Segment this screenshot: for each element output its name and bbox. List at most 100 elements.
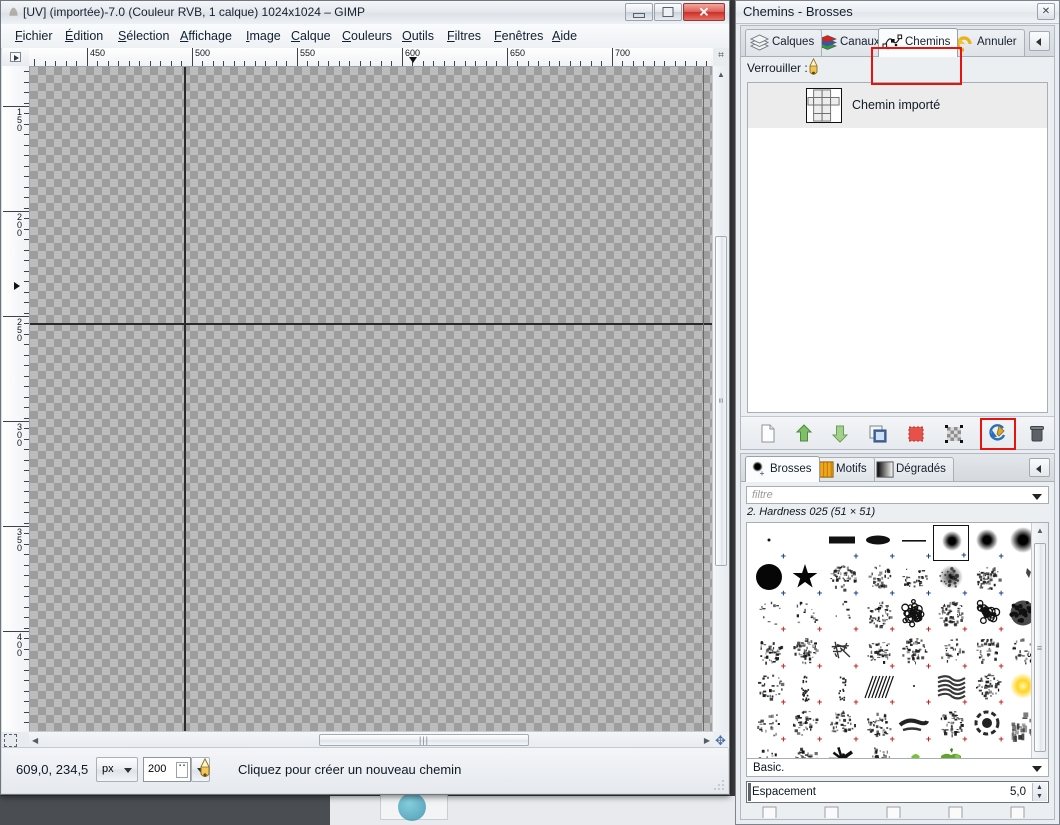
brush-grid-item[interactable]: +	[824, 525, 860, 561]
zoom-input[interactable]: 200 ▪ ▪	[143, 757, 191, 782]
brush-grid-item[interactable]: +	[751, 598, 787, 634]
brush-grid-item[interactable]: +	[860, 708, 896, 744]
brush-grid-item[interactable]: +	[824, 708, 860, 744]
scroll-left-arrow[interactable]: ◀	[32, 736, 38, 745]
vertical-guide[interactable]	[184, 67, 186, 732]
brush-grid-item[interactable]: +	[969, 635, 1005, 671]
brush-grid-item[interactable]: +	[1005, 525, 1032, 561]
vertical-ruler[interactable]: 150200250300350400450	[2, 66, 30, 732]
refresh-brushes-button[interactable]	[946, 806, 966, 818]
brush-grid-item[interactable]: +	[896, 635, 932, 671]
brush-grid-item[interactable]: +	[751, 671, 787, 707]
brush-grid-item[interactable]: +	[824, 562, 860, 598]
dock-titlebar[interactable]: Chemins - Brosses ✕	[736, 1, 1059, 24]
canvas-vertical-scrollbar[interactable]: ▲ ≡	[712, 66, 729, 732]
path-to-selection-button[interactable]	[905, 423, 927, 444]
brush-grid-item[interactable]: +	[860, 598, 896, 634]
menu-couleurs[interactable]: Couleurs	[340, 28, 394, 45]
maximize-button[interactable]	[654, 3, 682, 21]
brush-vertical-scrollbar[interactable]: ▲ ▼ ≡	[1031, 523, 1048, 772]
brush-grid-item[interactable]: +	[1005, 708, 1032, 744]
brush-grid-item[interactable]: +	[896, 525, 932, 561]
spin-down-icon[interactable]: ▼	[1036, 793, 1043, 800]
spacing-slider-handle[interactable]	[748, 783, 751, 801]
brush-grid-item[interactable]: +	[787, 671, 823, 707]
brush-grid-item[interactable]: +	[787, 598, 823, 634]
brush-grid-item[interactable]: +	[933, 708, 969, 744]
menu-outils[interactable]: Outils	[400, 28, 436, 45]
menu-dition[interactable]: Édition	[63, 28, 105, 45]
resize-grip-icon[interactable]	[714, 780, 725, 791]
spacing-spinner[interactable]: ▲ ▼	[1032, 783, 1047, 801]
brush-grid-item[interactable]: +	[933, 562, 969, 598]
menu-image[interactable]: Image	[244, 28, 283, 45]
vertical-scroll-thumb[interactable]: ≡	[715, 236, 727, 566]
brush-grid-item[interactable]: +	[969, 671, 1005, 707]
brush-grid-item[interactable]: +	[751, 708, 787, 744]
tab-canaux[interactable]: Canaux	[813, 29, 888, 56]
lock-path-icon[interactable]	[805, 58, 822, 78]
brush-grid-item[interactable]: +	[751, 525, 787, 561]
canvas-horizontal-scrollbar[interactable]: ◀ ▶ |||	[29, 731, 713, 748]
menu-slection[interactable]: Sélection	[116, 28, 171, 45]
duplicate-brush-button[interactable]	[822, 806, 842, 818]
brush-scroll-thumb[interactable]: ≡	[1034, 543, 1046, 752]
brush-grid-item[interactable]: +	[787, 635, 823, 671]
brush-grid-item[interactable]: +	[896, 671, 932, 707]
navigation-preview-icon[interactable]: ✥	[713, 733, 728, 748]
image-viewport[interactable]	[30, 67, 713, 732]
brush-dock-menu-button[interactable]	[1029, 458, 1050, 477]
menu-fichier[interactable]: Fichier	[13, 28, 55, 45]
brush-grid-item[interactable]: +	[933, 598, 969, 634]
brush-grid-item[interactable]: +	[1005, 671, 1032, 707]
brush-grid-item[interactable]: +	[969, 708, 1005, 744]
raise-path-button[interactable]	[793, 423, 815, 444]
unit-selector[interactable]: px	[96, 757, 138, 782]
brush-grid-item[interactable]: +	[787, 562, 823, 598]
horizontal-guide[interactable]	[30, 323, 713, 325]
brush-grid-item[interactable]: +	[933, 635, 969, 671]
tab-annuler[interactable]: Annuler	[950, 29, 1025, 56]
new-brush-button[interactable]	[760, 806, 780, 818]
brush-grid-item[interactable]: +	[824, 598, 860, 634]
dock-close-button[interactable]: ✕	[1037, 3, 1055, 20]
path-list-item[interactable]: Chemin importé	[748, 83, 1047, 128]
brush-grid-item[interactable]: +	[860, 635, 896, 671]
brush-grid-item[interactable]: +	[896, 598, 932, 634]
horizontal-scroll-thumb[interactable]: |||	[319, 734, 529, 746]
new-path-button[interactable]	[757, 423, 779, 444]
scroll-right-arrow[interactable]: ▶	[704, 736, 710, 745]
chevron-down-icon[interactable]	[1032, 494, 1042, 500]
scroll-up-arrow[interactable]: ▲	[717, 70, 725, 79]
spacing-slider[interactable]: Espacement 5,0 ▲ ▼	[746, 781, 1049, 803]
duplicate-path-button[interactable]	[867, 423, 889, 444]
tab-motifs[interactable]: Motifs	[811, 457, 875, 481]
quickmask-toggle[interactable]	[4, 734, 17, 747]
zoom-spin-box[interactable]: ▪ ▪	[176, 762, 188, 778]
brush-grid-item[interactable]: +	[860, 562, 896, 598]
edit-brush-button[interactable]	[884, 806, 904, 818]
minimize-button[interactable]	[625, 3, 653, 21]
window-titlebar[interactable]: [UV] (importée)-7.0 (Couleur RVB, 1 calq…	[1, 1, 729, 25]
brush-grid-item[interactable]: +	[1005, 562, 1032, 598]
brush-grid-item[interactable]: +	[751, 635, 787, 671]
delete-path-button[interactable]	[1026, 423, 1048, 444]
selection-to-path-button[interactable]	[943, 423, 965, 444]
brush-grid-item[interactable]: +	[896, 562, 932, 598]
stroke-path-button[interactable]	[986, 423, 1008, 444]
menu-filtres[interactable]: Filtres	[445, 28, 483, 45]
menu-fentres[interactable]: Fenêtres	[492, 28, 545, 45]
scroll-up-arrow[interactable]: ▲	[1036, 526, 1044, 535]
paths-list[interactable]: Chemin importé	[747, 82, 1048, 413]
chevron-down-icon[interactable]	[1032, 766, 1042, 772]
dock-menu-button[interactable]	[1029, 31, 1050, 51]
menu-affichage[interactable]: Affichage	[178, 28, 234, 45]
menu-aide[interactable]: Aide	[550, 28, 579, 45]
tab-calques[interactable]: Calques	[745, 29, 822, 56]
brush-filter-input[interactable]: filtre	[746, 486, 1049, 504]
brush-grid-item[interactable]: +	[860, 525, 896, 561]
tab-chemins[interactable]: Chemins	[878, 28, 958, 57]
brush-grid-item[interactable]: +	[969, 525, 1005, 561]
menu-calque[interactable]: Calque	[289, 28, 333, 45]
brush-grid-item[interactable]: +	[933, 525, 969, 561]
